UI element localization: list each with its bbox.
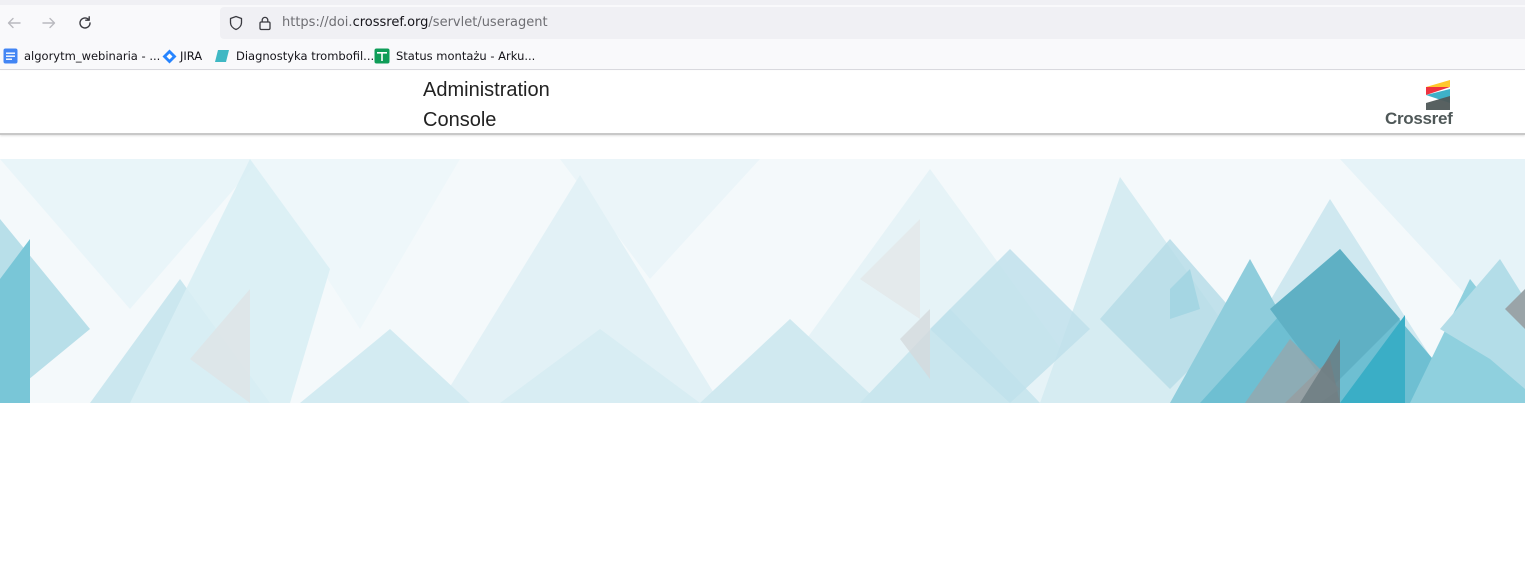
bookmark-item[interactable]: Status montażu - Arku... [374, 47, 535, 65]
url-host: crossref.org [352, 15, 429, 30]
url-prefix: https://doi. [282, 15, 353, 30]
geometric-pattern-background [0, 159, 1525, 403]
address-bar[interactable]: https://doi.crossref.org/servlet/userage… [220, 7, 1525, 39]
bookmark-label: algorytm_webinaria - ... [24, 49, 161, 63]
crossref-logo-mark-icon [1426, 80, 1450, 110]
jira-icon [161, 48, 177, 64]
bookmark-label: Diagnostyka trombofil... [236, 49, 375, 63]
reload-icon [79, 16, 91, 29]
url-path: /servlet/useragent [428, 15, 548, 30]
reload-button[interactable] [71, 10, 99, 36]
arrow-right-icon [42, 17, 56, 29]
google-docs-icon [2, 48, 18, 64]
bookmark-label: Status montażu - Arku... [396, 49, 536, 63]
bookmarks-bar: algorytm_webinaria - ... JIRA Diagnostyk… [0, 41, 1525, 70]
hero-banner [0, 159, 1525, 403]
bookmark-item[interactable]: Diagnostyka trombofil... [214, 47, 374, 65]
site-header: Administration Console Crossref [0, 71, 1525, 135]
page-title: Administration Console [423, 79, 550, 131]
bookmark-label: JIRA [180, 49, 203, 63]
crossref-logo[interactable]: Crossref [1384, 79, 1462, 129]
arrow-left-icon [7, 17, 21, 29]
tracking-protection-shield-icon[interactable] [228, 15, 244, 31]
bookmark-item[interactable]: algorytm_webinaria - ... [2, 47, 160, 65]
back-button[interactable] [0, 10, 28, 36]
folder-teal-icon [214, 48, 230, 64]
url-text[interactable]: https://doi.crossref.org/servlet/userage… [282, 15, 548, 31]
google-sheets-icon [374, 48, 390, 64]
lock-icon[interactable] [257, 15, 273, 31]
logo-text: Crossref [1385, 109, 1453, 128]
forward-button[interactable] [35, 10, 63, 36]
bookmark-item[interactable]: JIRA [161, 47, 202, 65]
browser-toolbar: https://doi.crossref.org/servlet/userage… [0, 5, 1525, 41]
